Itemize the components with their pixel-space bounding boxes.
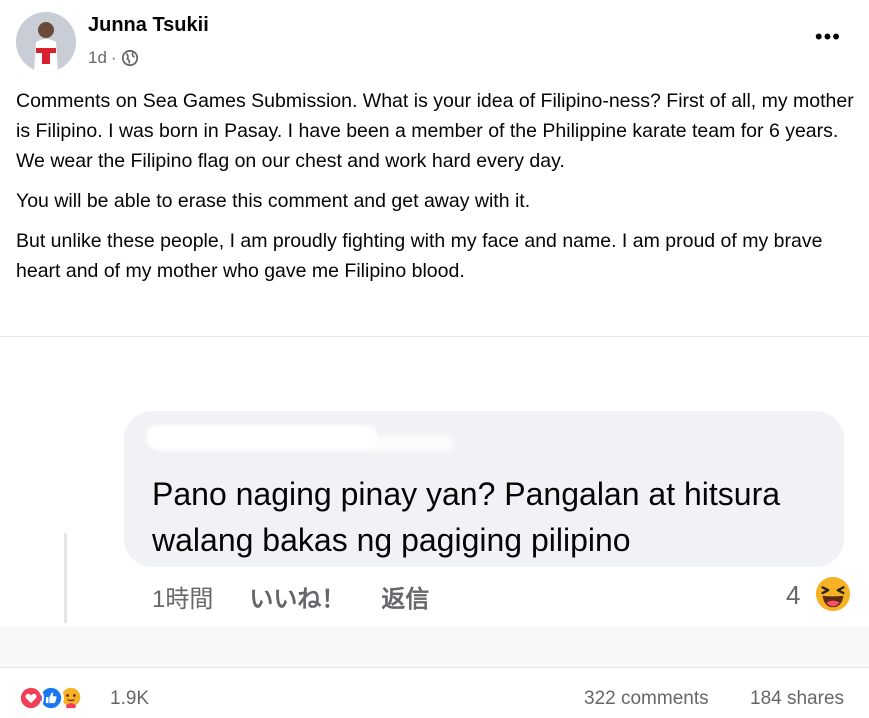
reaction-icons[interactable]	[18, 685, 84, 711]
globe-icon	[121, 49, 138, 67]
redacted-name	[146, 425, 378, 449]
comments-count[interactable]: 322 comments	[584, 688, 709, 710]
embedded-comment-image[interactable]: Pano naging pinay yan? Pangalan at hitsu…	[0, 336, 869, 667]
reaction-total[interactable]: 1.9K	[110, 688, 149, 710]
comment-like-button: いいね！	[249, 586, 346, 613]
post-paragraph: But unlike these people, I am proudly fi…	[16, 230, 823, 282]
comment-reaction-count: 4	[786, 580, 801, 610]
comment-time: 1時間	[152, 586, 214, 613]
post-paragraph: Comments on Sea Games Submission. What i…	[16, 90, 854, 172]
author-name[interactable]: Junna Tsukii	[88, 14, 209, 37]
comment-text: Pano naging pinay yan? Pangalan at hitsu…	[152, 476, 781, 558]
author-avatar[interactable]	[16, 12, 76, 72]
comment-actions: 1時間 いいね！ 返信	[152, 579, 429, 614]
post-meta: 1d ·	[88, 48, 139, 68]
love-reaction-icon	[18, 685, 44, 711]
comment-bubble: Pano naging pinay yan? Pangalan at hitsu…	[124, 411, 844, 567]
post-time[interactable]: 1d	[88, 48, 107, 68]
haha-reaction-icon	[815, 576, 851, 612]
thread-line	[64, 533, 67, 623]
comment-reply-button: 返信	[381, 586, 430, 613]
meta-separator: ·	[110, 48, 117, 67]
avatar-image	[16, 12, 76, 72]
shares-count[interactable]: 184 shares	[750, 688, 844, 710]
post-body: Comments on Sea Games Submission. What i…	[16, 86, 861, 296]
post-footer: 1.9K 322 comments 184 shares	[0, 667, 869, 718]
embed-bottom-band	[0, 627, 869, 667]
more-options-icon[interactable]: •••	[815, 24, 841, 50]
post-paragraph: You will be able to erase this comment a…	[16, 190, 531, 212]
